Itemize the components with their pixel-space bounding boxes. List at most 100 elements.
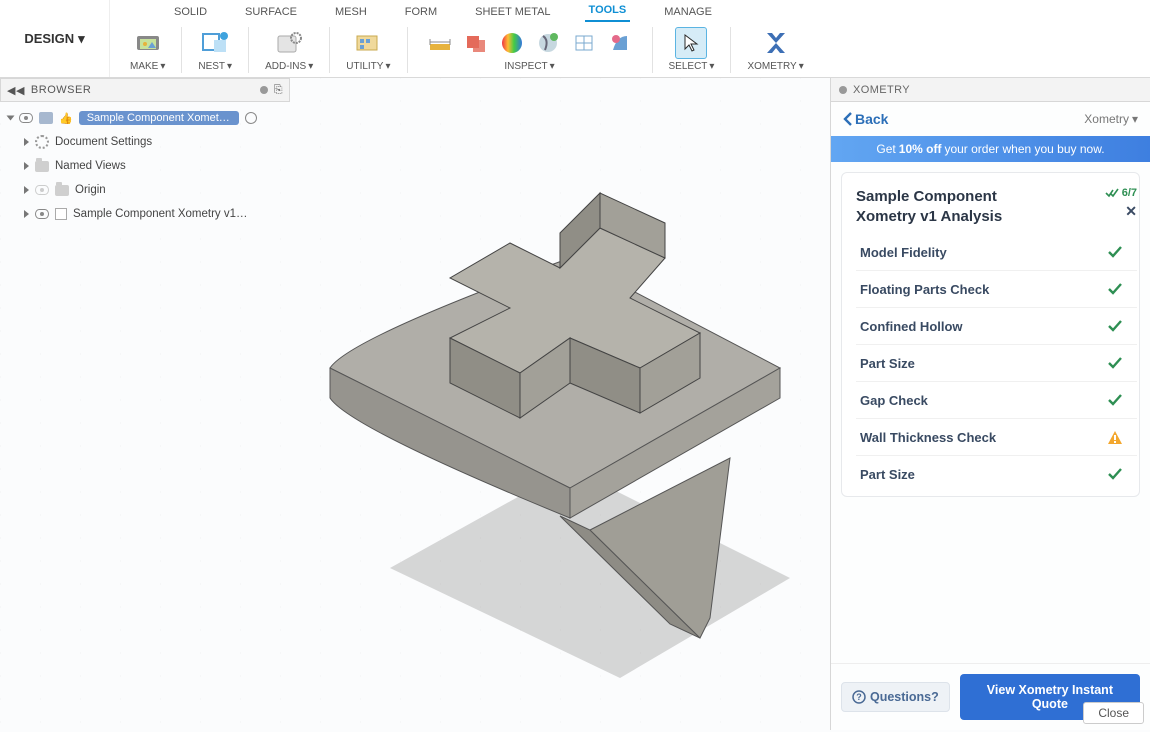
workspace-label: DESIGN [24, 31, 74, 46]
back-label: Back [855, 111, 888, 127]
analysis-card: Sample Component Xometry v1 Analysis 6/7… [841, 172, 1140, 497]
chevron-down-icon: ▾ [709, 61, 714, 72]
tab-mesh[interactable]: MESH [331, 4, 371, 22]
zebra-icon[interactable] [532, 27, 564, 59]
chevron-down-icon: ▾ [160, 61, 165, 72]
folder-icon [55, 185, 69, 196]
xometry-panel-header: XOMETRY [831, 78, 1150, 102]
dot-icon[interactable] [839, 86, 847, 94]
section-icon[interactable] [568, 27, 600, 59]
group-make: MAKE▾ [122, 27, 173, 72]
group-utility: UTILITY▾ [338, 27, 398, 72]
analysis-score: 6/7 [1105, 187, 1137, 199]
select-label[interactable]: SELECT▾ [669, 61, 715, 72]
tab-sheet-metal[interactable]: SHEET METAL [471, 4, 554, 22]
activate-icon[interactable] [245, 112, 257, 124]
utility-label[interactable]: UTILITY▾ [346, 61, 390, 72]
check-row[interactable]: Gap Check [856, 381, 1137, 418]
visibility-icon[interactable] [19, 113, 33, 123]
thumb-pin-icon[interactable]: ⎘ [274, 84, 283, 97]
item-label: Named Views [55, 160, 126, 172]
visibility-icon[interactable] [35, 209, 49, 219]
check-row[interactable]: Model Fidelity [856, 234, 1137, 270]
tree-item-origin[interactable]: Origin [8, 178, 282, 202]
chevron-down-icon: ▾ [385, 61, 390, 72]
print-icon[interactable] [132, 27, 164, 59]
analysis-title: Sample Component Xometry v1 Analysis [856, 187, 1036, 226]
expand-icon[interactable] [7, 116, 15, 121]
questions-button[interactable]: ? Questions? [841, 682, 950, 712]
chevron-left-icon [843, 112, 853, 126]
curvature-icon[interactable] [496, 27, 528, 59]
xometry-icon[interactable] [760, 27, 792, 59]
draft-icon[interactable] [604, 27, 636, 59]
make-label[interactable]: MAKE▾ [130, 61, 165, 72]
tab-tools[interactable]: TOOLS [585, 2, 631, 22]
model-3d-view[interactable] [270, 138, 810, 698]
group-addins: ADD-INS▾ [257, 27, 321, 72]
browser-header: ◀◀ BROWSER ⎘ [0, 78, 290, 102]
ribbon-main: SOLID SURFACE MESH FORM SHEET METAL TOOL… [110, 0, 1150, 77]
help-icon: ? [852, 690, 866, 704]
tab-solid[interactable]: SOLID [170, 4, 211, 22]
expand-icon[interactable] [24, 186, 29, 194]
xometry-nav: Back Xometry ▾ [831, 102, 1150, 136]
browser-panel: ◀◀ BROWSER ⎘ 👍 Sample Component Xometry…… [0, 78, 290, 230]
nest-icon[interactable] [199, 27, 231, 59]
dot-icon[interactable] [260, 86, 268, 94]
component-icon [39, 112, 53, 124]
check-row[interactable]: Confined Hollow [856, 307, 1137, 344]
chevron-down-icon: ▾ [308, 61, 313, 72]
tab-form[interactable]: FORM [401, 4, 441, 22]
check-row[interactable]: Floating Parts Check [856, 270, 1137, 307]
utility-icon[interactable] [352, 27, 384, 59]
gear-icon [35, 135, 49, 149]
check-label: Part Size [860, 356, 915, 371]
check-label: Floating Parts Check [860, 282, 989, 297]
addins-label[interactable]: ADD-INS▾ [265, 61, 313, 72]
check-ok-icon [1107, 392, 1123, 408]
double-check-icon [1105, 187, 1119, 199]
item-label: Document Settings [55, 136, 152, 148]
visibility-icon[interactable] [35, 185, 49, 195]
tree-item-named-views[interactable]: Named Views [8, 154, 282, 178]
collapse-icon[interactable]: ◀◀ [7, 84, 25, 97]
tab-manage[interactable]: MANAGE [660, 4, 716, 22]
expand-icon[interactable] [24, 162, 29, 170]
expand-icon[interactable] [24, 210, 29, 218]
item-label: Origin [75, 184, 106, 196]
addins-icon[interactable] [273, 27, 305, 59]
tool-row: MAKE▾ NEST▾ ADD-INS▾ [110, 22, 1150, 77]
interference-icon[interactable] [460, 27, 492, 59]
check-row[interactable]: Wall Thickness Check [856, 418, 1137, 455]
check-label: Gap Check [860, 393, 928, 408]
inspect-label[interactable]: INSPECT▾ [504, 61, 554, 72]
group-select: SELECT▾ [661, 27, 723, 72]
measure-icon[interactable] [424, 27, 456, 59]
brand-dropdown[interactable]: Xometry ▾ [1084, 112, 1138, 126]
back-button[interactable]: Back [843, 111, 888, 127]
workspace-switcher[interactable]: DESIGN ▾ [0, 0, 110, 77]
root-label: Sample Component Xometry… [79, 111, 239, 125]
check-row[interactable]: Part Size [856, 455, 1137, 492]
check-row[interactable]: Part Size [856, 344, 1137, 381]
tree-item-component[interactable]: Sample Component Xometry v1… [8, 202, 282, 226]
warning-icon [1107, 429, 1123, 445]
tab-surface[interactable]: SURFACE [241, 4, 301, 22]
chevron-down-icon: ▾ [550, 61, 555, 72]
promo-banner[interactable]: Get 10% off your order when you buy now. [831, 136, 1150, 162]
workspace-area: ◀◀ BROWSER ⎘ 👍 Sample Component Xometry…… [0, 78, 1150, 732]
chevron-down-icon: ▾ [799, 61, 804, 72]
tree-root[interactable]: 👍 Sample Component Xometry… [8, 106, 282, 130]
expand-icon[interactable] [24, 138, 29, 146]
tree-item-document-settings[interactable]: Document Settings [8, 130, 282, 154]
xometry-group-label[interactable]: XOMETRY▾ [747, 61, 803, 72]
chevron-down-icon: ▾ [1132, 112, 1138, 126]
nest-label[interactable]: NEST▾ [198, 61, 232, 72]
check-label: Wall Thickness Check [860, 430, 996, 445]
check-ok-icon [1107, 318, 1123, 334]
close-analysis-button[interactable]: ✕ [1105, 203, 1137, 220]
close-button[interactable]: Close [1083, 702, 1144, 724]
select-tool-icon[interactable] [675, 27, 707, 59]
browser-tree: 👍 Sample Component Xometry… Document Set… [0, 102, 290, 230]
